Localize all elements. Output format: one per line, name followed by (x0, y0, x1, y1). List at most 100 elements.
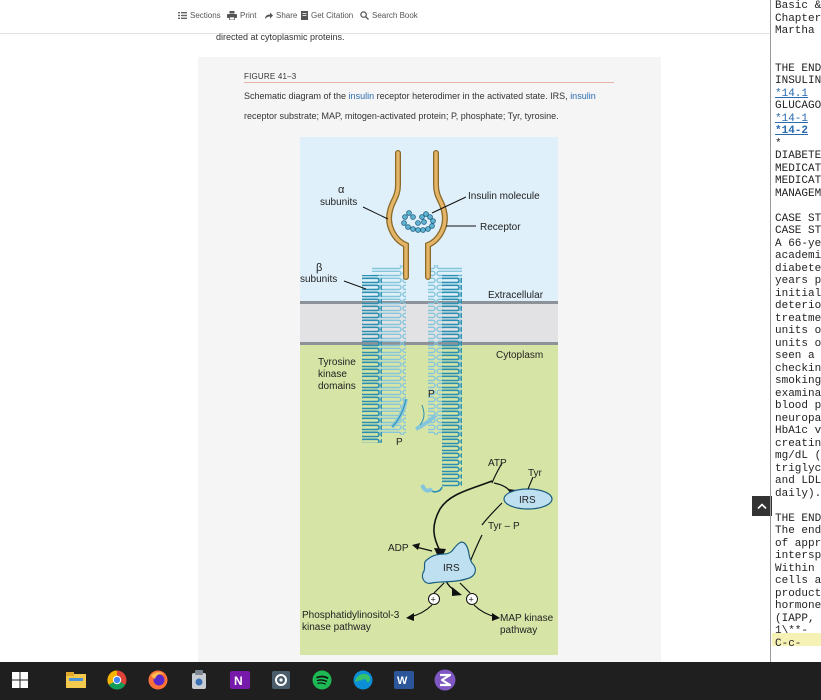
mapk-label-2: pathway (500, 625, 537, 636)
side-panel-line: THE END (775, 62, 821, 75)
side-panel-line: Basic & (775, 0, 821, 12)
body-paragraph: directed at cytoplasmic proteins. (216, 32, 345, 42)
insulin-link[interactable]: insulin (570, 91, 596, 101)
printer-icon (227, 11, 237, 20)
side-panel-line: hormone (775, 600, 821, 612)
svg-text:N: N (234, 674, 243, 688)
spotify-icon (312, 670, 332, 690)
settings-button[interactable] (269, 668, 293, 692)
figure-caption-line-2: receptor substrate; MAP, mitogen-activat… (244, 111, 559, 121)
side-panel-line: GLUCAGO (775, 100, 821, 112)
side-panel-line: initial (775, 287, 821, 300)
caption-text: receptor heterodimer in the activated st… (374, 91, 571, 101)
print-button[interactable]: Print (227, 11, 256, 20)
share-icon (265, 12, 273, 19)
sections-button[interactable]: Sections (178, 11, 221, 20)
file-explorer-button[interactable] (64, 668, 88, 692)
citation-icon (301, 11, 308, 20)
side-panel-line: CASE ST (775, 212, 821, 225)
emacs-button[interactable] (433, 668, 457, 692)
side-panel-line: deterio (775, 300, 821, 312)
word-button[interactable]: W (392, 668, 416, 692)
figure-divider (244, 82, 614, 83)
side-panel-line: examina (775, 387, 821, 400)
spotify-button[interactable] (310, 668, 334, 692)
beta-subunit-right (442, 275, 462, 487)
scroll-to-top-button[interactable] (752, 496, 772, 516)
side-panel-line: daily). (775, 487, 821, 500)
reader-main: Sections Print Share Get Citation Search… (0, 0, 770, 662)
firefox-icon (148, 670, 168, 690)
tyr-label: Tyr (528, 468, 543, 479)
side-panel-line[interactable]: *14-2 (775, 125, 808, 138)
side-panel-line: neuropa (775, 412, 821, 425)
share-button[interactable]: Share (264, 11, 297, 20)
side-panel-line: treatme (775, 312, 821, 325)
firefox-button[interactable] (146, 668, 170, 692)
side-panel-line: creatin (775, 437, 821, 450)
beta-label: β (316, 262, 322, 274)
panel-divider[interactable] (770, 0, 771, 662)
pi3k-label-1: Phosphatidylinositol-3 (302, 610, 400, 621)
side-panel-line: units o (775, 325, 821, 337)
search-book-button[interactable]: Search Book (360, 11, 418, 20)
cytoplasm-label: Cytoplasm (496, 350, 543, 361)
chrome-icon (107, 670, 127, 690)
search-book-label: Search Book (372, 11, 418, 20)
figure-caption-line-1: Schematic diagram of the insulin recepto… (244, 91, 596, 101)
side-panel-line[interactable]: *14.1 (775, 88, 808, 101)
atp-label: ATP (488, 458, 507, 469)
sections-label: Sections (190, 11, 221, 20)
side-panel-line: DIABETE (775, 150, 821, 162)
tyrosine-kinase-label-1: Tyrosine (318, 357, 356, 368)
side-panel-line: intersp (775, 550, 821, 562)
side-panel-line: cells a (775, 575, 821, 587)
side-panel-line: of appr (775, 537, 821, 550)
side-panel-line: blood p (775, 400, 821, 412)
side-panel-line: HbA1c v (775, 425, 821, 437)
side-panel-line: Within (775, 562, 815, 575)
side-panel-line: checkin (775, 362, 821, 375)
side-panel-line[interactable]: *14-1 (775, 113, 808, 126)
get-citation-button[interactable]: Get Citation (301, 11, 353, 20)
phosphate-label-lower: P (396, 437, 403, 448)
side-panel-line: seen a (775, 350, 815, 362)
chrome-button[interactable] (105, 668, 129, 692)
folder-icon (66, 672, 86, 688)
search-icon (360, 11, 369, 20)
tyrosine-kinase-label-2: kinase (318, 369, 347, 380)
side-panel-line: (IAPP, (775, 612, 815, 625)
side-panel-line: triglyc (775, 462, 821, 475)
side-panel-line: Martha (775, 25, 815, 37)
side-panel-line: * (775, 137, 782, 150)
side-panel-line: units o (775, 337, 821, 350)
side-panel-line: smoking (775, 375, 821, 387)
side-panel-line: THE END (775, 512, 821, 525)
svg-text:W: W (397, 675, 408, 687)
side-panel-line: Chapter (775, 12, 821, 25)
edge-button[interactable] (351, 668, 375, 692)
tyr-p-label: Tyr – P (488, 521, 520, 532)
side-panel-line: years p (775, 275, 821, 287)
figure-label: FIGURE 41–3 (244, 72, 297, 81)
start-button[interactable] (8, 668, 32, 692)
sections-icon (178, 12, 187, 19)
insulin-link[interactable]: insulin (349, 91, 375, 101)
caption-text: Schematic diagram of the (244, 91, 349, 101)
side-panel-line: diabete (775, 262, 821, 275)
side-panel-line: A 66-ye (775, 237, 821, 250)
word-icon: W (394, 671, 414, 689)
side-panel-line: mg/dL ( (775, 450, 821, 462)
irs-label-activated: IRS (443, 563, 460, 574)
extracellular-label: Extracellular (488, 290, 544, 301)
insulin-molecule-label: Insulin molecule (468, 191, 540, 202)
receptor-label: Receptor (480, 222, 521, 233)
citation-label: Get Citation (311, 11, 354, 20)
side-panel-line: CASE ST (775, 225, 821, 237)
side-panel-line: 1\**- (775, 625, 809, 637)
tool-app-button[interactable] (187, 668, 211, 692)
side-panel-line: C-c- (775, 637, 802, 650)
side-panel-line: MEDICAT (775, 175, 821, 187)
irs-label-ellipse: IRS (519, 495, 536, 506)
onenote-button[interactable]: N (228, 668, 252, 692)
